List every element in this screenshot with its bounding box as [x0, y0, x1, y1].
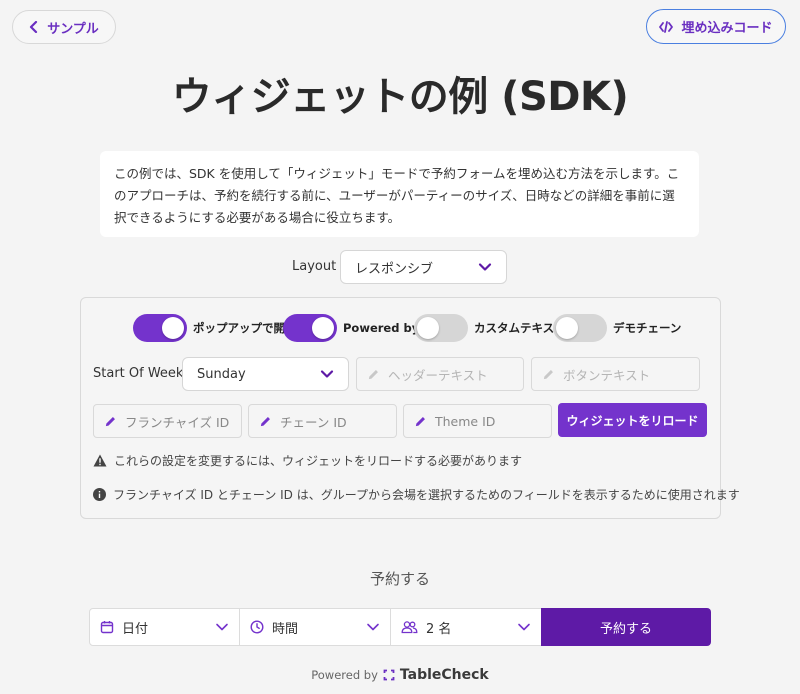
chevron-left-icon — [30, 21, 38, 33]
start-of-week-label: Start Of Week — [93, 366, 184, 381]
start-of-week-select[interactable]: Sunday — [182, 357, 349, 391]
button-text-input[interactable]: ボタンテキスト — [531, 357, 700, 391]
warning-icon — [93, 454, 107, 467]
party-size-select[interactable]: 2 名 — [390, 608, 542, 646]
toggle-label: Powered by — [343, 321, 420, 335]
chevron-down-icon — [478, 263, 492, 271]
chain-id-input[interactable]: チェーン ID — [248, 404, 397, 438]
powered-by-footer: Powered by TableCheck — [0, 667, 800, 683]
powered-by-text: Powered by — [311, 668, 378, 682]
toggle-label: カスタムテキスト — [474, 321, 566, 335]
pencil-icon — [368, 369, 378, 379]
franchise-id-placeholder: フランチャイズ ID — [125, 414, 230, 430]
back-to-samples-button[interactable]: サンプル — [12, 10, 116, 44]
chevron-down-icon — [216, 623, 228, 631]
description-card: この例では、SDK を使用して「ウィジェット」モードで予約フォームを埋め込む方法… — [100, 151, 699, 237]
chain-id-placeholder: チェーン ID — [280, 414, 347, 430]
pencil-icon — [260, 416, 270, 426]
toggle-label: デモチェーン — [613, 321, 682, 335]
pencil-icon — [543, 369, 553, 379]
booking-heading: 予約する — [369, 570, 430, 588]
theme-id-placeholder: Theme ID — [435, 413, 496, 429]
layout-select[interactable]: レスポンシブ — [340, 250, 507, 284]
people-icon — [401, 621, 418, 634]
theme-id-input[interactable]: Theme ID — [403, 404, 552, 438]
pencil-icon — [415, 416, 425, 426]
party-size-label: 2 名 — [426, 621, 452, 637]
description-text: この例では、SDK を使用して「ウィジェット」モードで予約フォームを埋め込む方法… — [114, 166, 680, 225]
date-label: 日付 — [122, 621, 149, 637]
toggle-powered-by[interactable]: Powered by — [283, 314, 419, 342]
time-select[interactable]: 時間 — [239, 608, 391, 646]
franchise-id-input[interactable]: フランチャイズ ID — [93, 404, 242, 438]
header-text-input[interactable]: ヘッダーテキスト — [356, 357, 524, 391]
layout-selected-value: レスポンシブ — [355, 261, 434, 277]
toggle-open-popup[interactable]: ポップアップで開く — [133, 314, 297, 342]
info-note-text: フランチャイズ ID とチェーン ID は、グループから会場を選択するためのフィ… — [113, 488, 740, 502]
info-icon — [93, 488, 106, 501]
header-text-placeholder: ヘッダーテキスト — [388, 367, 488, 383]
clock-icon — [250, 620, 264, 634]
toggle-switch[interactable] — [133, 314, 187, 342]
book-button[interactable]: 予約する — [541, 608, 711, 646]
toggle-demo-chain[interactable]: デモチェーン — [553, 314, 681, 342]
chevron-down-icon — [320, 370, 334, 378]
embed-button-label: 埋め込みコード — [681, 21, 773, 36]
warning-note-text: これらの設定を変更するには、ウィジェットをリロードする必要があります — [114, 454, 523, 468]
toggle-switch[interactable] — [553, 314, 607, 342]
layout-label: Layout — [292, 259, 337, 274]
toggle-switch[interactable] — [414, 314, 468, 342]
tablecheck-logo-icon — [383, 669, 395, 681]
back-button-label: サンプル — [47, 21, 99, 37]
toggle-label: ポップアップで開く — [193, 321, 297, 335]
reload-widget-button[interactable]: ウィジェットをリロード — [558, 403, 707, 437]
button-text-placeholder: ボタンテキスト — [563, 367, 651, 383]
chevron-down-icon — [367, 623, 379, 631]
chevron-down-icon — [518, 623, 530, 631]
date-select[interactable]: 日付 — [89, 608, 240, 646]
code-icon — [659, 20, 674, 33]
embed-code-button[interactable]: 埋め込みコード — [646, 9, 786, 44]
calendar-icon — [100, 621, 114, 634]
brand-name: TableCheck — [399, 667, 489, 683]
pencil-icon — [105, 416, 115, 426]
warning-note: これらの設定を変更するには、ウィジェットをリロードする必要があります — [93, 452, 522, 469]
time-label: 時間 — [272, 621, 299, 637]
toggle-custom-text[interactable]: カスタムテキスト — [414, 314, 566, 342]
start-of-week-value: Sunday — [197, 366, 246, 382]
info-note: フランチャイズ ID とチェーン ID は、グループから会場を選択するためのフィ… — [93, 486, 740, 503]
page-title: ウィジェットの例 (SDK) — [171, 74, 629, 120]
toggle-switch[interactable] — [283, 314, 337, 342]
